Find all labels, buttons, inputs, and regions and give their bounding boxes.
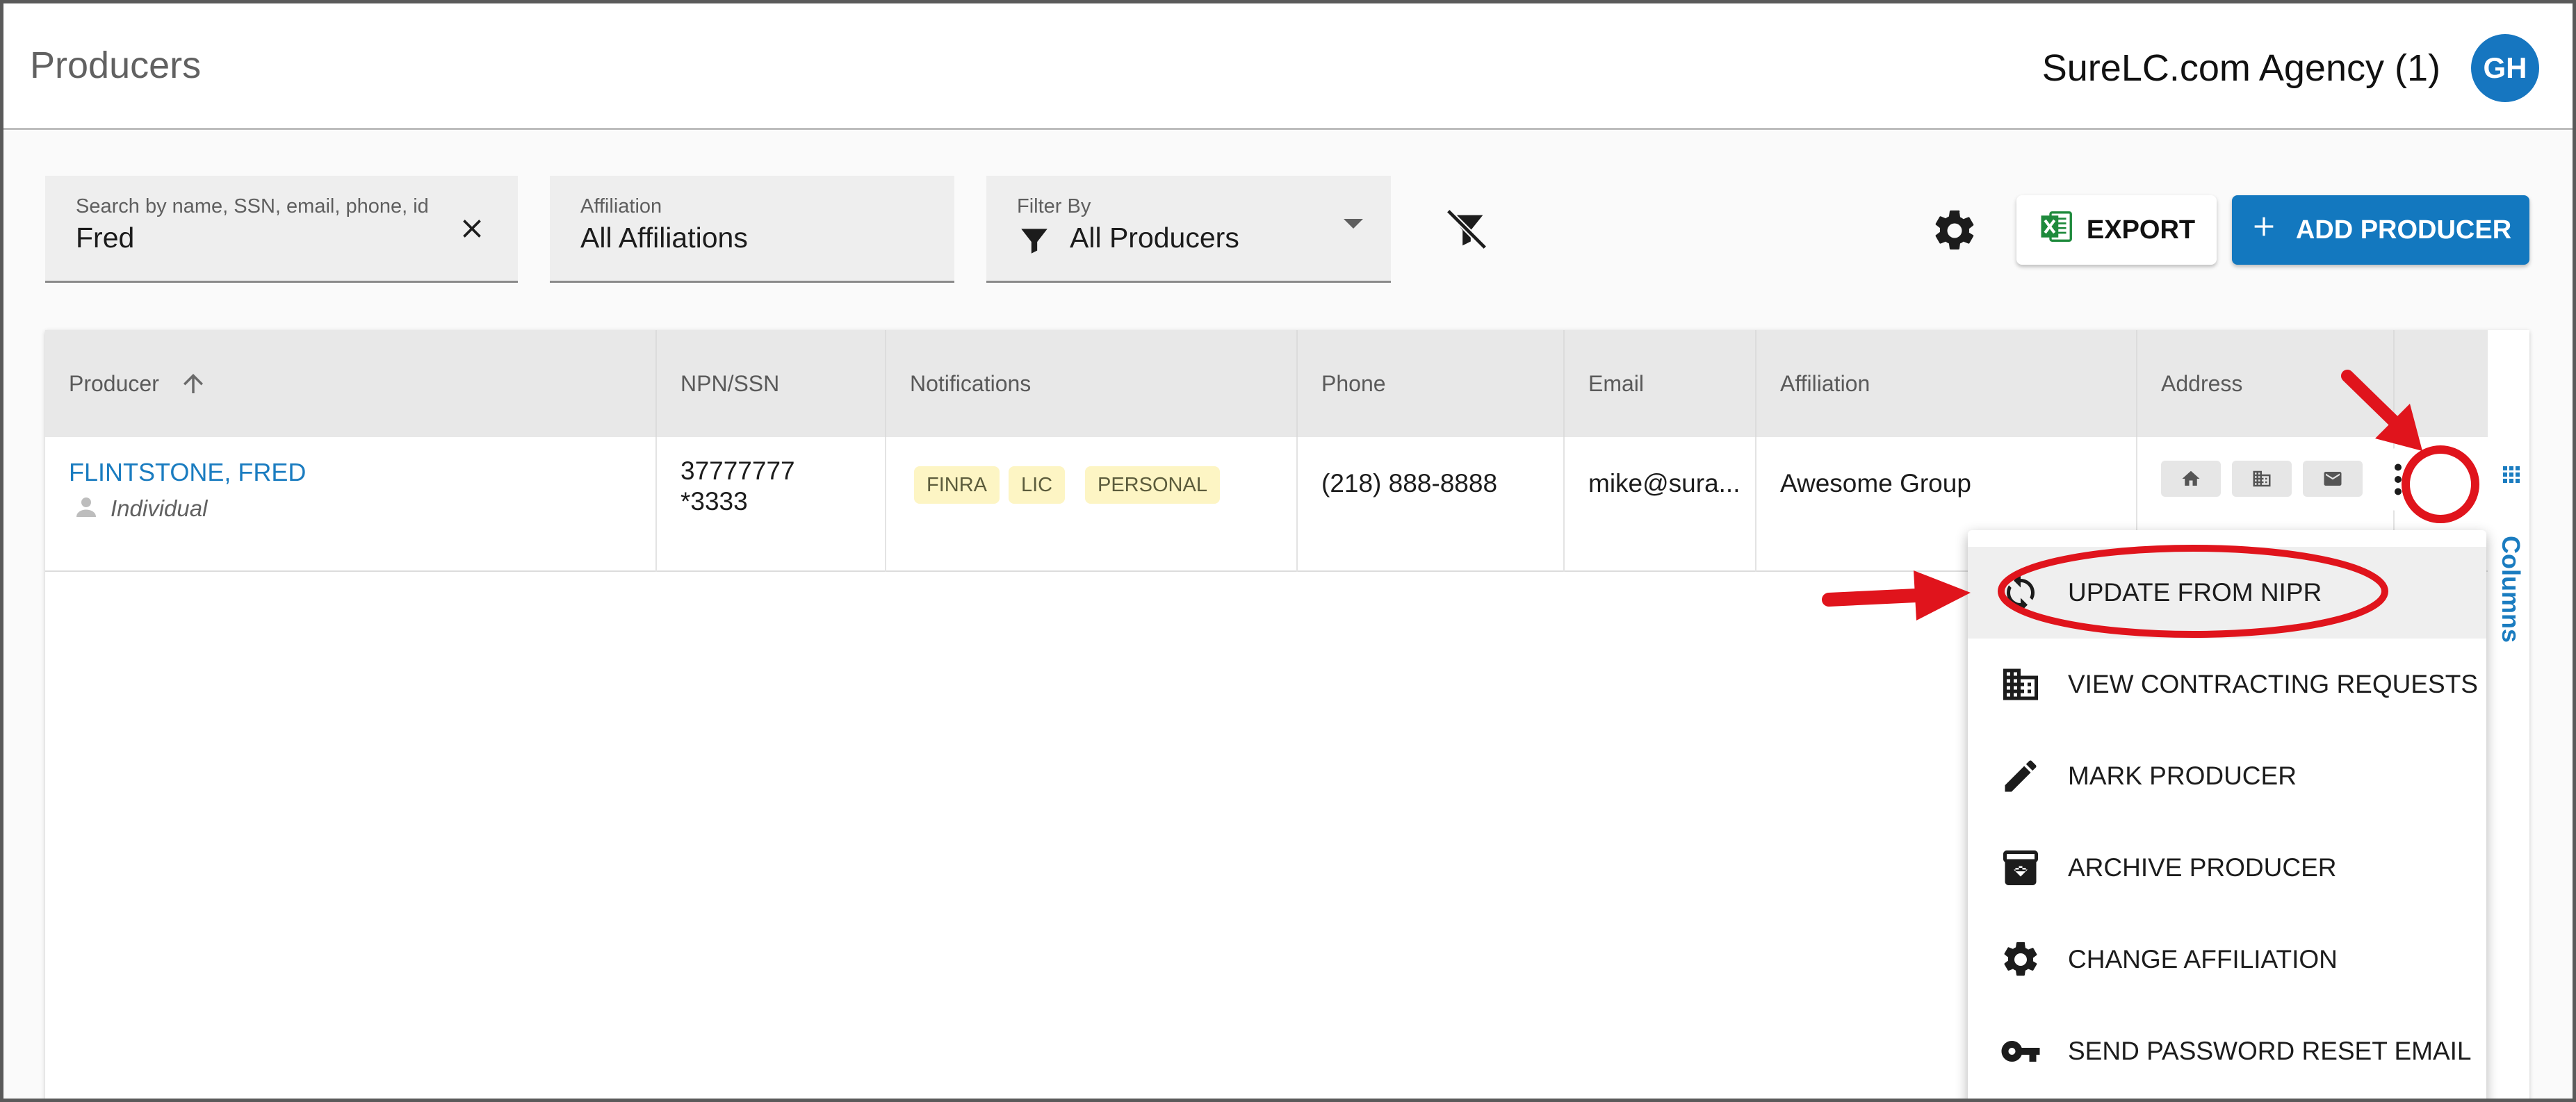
annotation-arrow-down — [2341, 370, 2422, 451]
annotation-arrow-right — [1822, 570, 1971, 620]
annotation-circle-more — [2402, 445, 2479, 523]
annotation-ellipse-update — [1998, 545, 2388, 638]
app-frame: Producers SureLC.com Agency (1) GH Searc… — [0, 0, 2576, 1102]
annotation-overlay — [1822, 370, 2479, 638]
